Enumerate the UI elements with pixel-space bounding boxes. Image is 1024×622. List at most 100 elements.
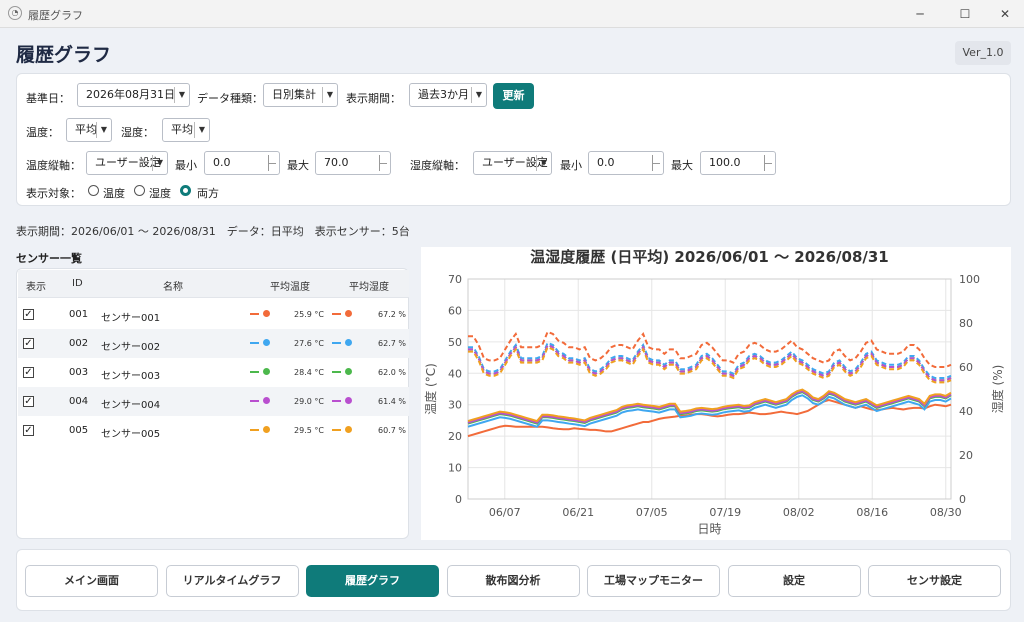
maximize-button[interactable]: ☐ — [950, 4, 980, 24]
show-checkbox[interactable]: ✓ — [23, 396, 34, 407]
legend-line-icon — [250, 400, 259, 402]
table-row[interactable]: ✓ 005 センサー005 29.5 °C 60.7 % — [18, 416, 409, 445]
chevron-down-icon: ▼ — [540, 158, 547, 167]
temperature-series-line — [467, 388, 952, 423]
table-row[interactable]: ✓ 002 センサー002 27.6 °C 62.7 % — [18, 329, 409, 358]
period-value: 過去3か月 — [418, 88, 469, 101]
legend-dot-icon — [345, 310, 352, 317]
nav-button[interactable]: 履歴グラフ — [306, 565, 439, 597]
base-date-label: 基準日： — [26, 92, 70, 105]
col-name: 名称 — [163, 282, 183, 293]
temp-mode-value: 平均 — [75, 123, 97, 136]
y-left-tick-label: 60 — [448, 304, 462, 317]
app-icon: ◔ — [8, 6, 22, 20]
hum-mode-label: 湿度： — [121, 126, 154, 139]
temp-max-value: 70.0 — [324, 156, 349, 169]
target-hum-radio[interactable] — [134, 185, 145, 196]
sensor-name: センサー004 — [101, 400, 161, 411]
temp-axis-label: 温度縦軸： — [26, 159, 81, 172]
avg-hum-value: 62.0 % — [378, 368, 406, 377]
legend-dot-icon — [263, 310, 270, 317]
chart-title: 温湿度履歴 (日平均) 2026/06/01 〜 2026/08/31 — [530, 248, 889, 266]
legend-dot-icon — [263, 426, 270, 433]
hum-axis-label: 湿度縦軸： — [410, 159, 465, 172]
data-type-value: 日別集計 — [272, 88, 316, 101]
hum-min-label: 最小 — [560, 159, 582, 172]
chevron-down-icon: ▼ — [198, 125, 205, 134]
close-button[interactable]: ✕ — [990, 4, 1020, 24]
target-both-label: 両方 — [197, 187, 219, 200]
col-avg-hum: 平均湿度 — [349, 282, 389, 293]
nav-button[interactable]: センサ設定 — [868, 565, 1001, 597]
nav-button[interactable]: 設定 — [727, 565, 861, 597]
sensor-name: センサー005 — [101, 429, 161, 440]
legend-dot-icon — [345, 426, 352, 433]
legend-line-icon — [250, 313, 259, 315]
window-titlebar: ◔ 履歴グラフ ─ ☐ ✕ — [0, 0, 1024, 28]
nav-button[interactable]: 散布図分析 — [446, 565, 580, 597]
y-right-tick-label: 80 — [959, 317, 973, 330]
period-dropdown[interactable]: 過去3か月 ▼ — [409, 83, 487, 107]
hum-max-input[interactable]: 100.0 — [700, 151, 776, 175]
hum-axis-dropdown[interactable]: ユーザー設定 ▼ — [473, 151, 552, 175]
x-tick-label: 08/02 — [783, 506, 815, 519]
x-tick-label: 06/21 — [562, 506, 594, 519]
show-checkbox[interactable]: ✓ — [23, 367, 34, 378]
hum-axis-value: ユーザー設定 — [482, 156, 548, 169]
page-title: 履歴グラフ — [16, 44, 112, 66]
hum-mode-value: 平均 — [171, 123, 193, 136]
table-row[interactable]: ✓ 001 センサー001 25.9 °C 67.2 % — [18, 300, 409, 329]
avg-hum-value: 61.4 % — [378, 397, 406, 406]
show-checkbox[interactable]: ✓ — [23, 338, 34, 349]
avg-temp-value: 27.6 °C — [294, 339, 324, 348]
sensor-id: 005 — [69, 425, 89, 436]
show-checkbox[interactable]: ✓ — [23, 425, 34, 436]
x-axis-label: 日時 — [697, 522, 721, 536]
sensor-name: センサー003 — [101, 371, 161, 382]
data-type-dropdown[interactable]: 日別集計 ▼ — [263, 83, 338, 107]
x-tick-label: 08/16 — [856, 506, 888, 519]
data-type-label: データ種類： — [197, 92, 263, 105]
base-date-value: 2026年08月31日 — [86, 88, 175, 101]
nav-button[interactable]: リアルタイムグラフ — [165, 565, 299, 597]
avg-hum-value: 60.7 % — [378, 426, 406, 435]
y-right-tick-label: 100 — [959, 273, 980, 286]
chevron-down-icon: ▼ — [326, 90, 333, 99]
temp-min-input[interactable]: 0.0 — [204, 151, 280, 175]
hum-mode-dropdown[interactable]: 平均 ▼ — [162, 118, 210, 142]
y-right-tick-label: 20 — [959, 449, 973, 462]
nav-button[interactable]: メイン画面 — [25, 565, 158, 597]
humidity-series-line — [468, 345, 952, 384]
update-button[interactable]: 更新 — [493, 83, 534, 109]
sensor-id: 004 — [69, 396, 89, 407]
hum-min-input[interactable]: 0.0 — [588, 151, 664, 175]
x-tick-label: 06/07 — [489, 506, 521, 519]
chevron-down-icon: ▼ — [178, 90, 185, 99]
base-date-dropdown[interactable]: 2026年08月31日 ▼ — [77, 83, 190, 107]
y-right-tick-label: 0 — [959, 493, 966, 506]
y-right-axis-label: 湿度 (%) — [990, 365, 1005, 414]
chevron-down-icon: ▼ — [100, 125, 107, 134]
show-checkbox[interactable]: ✓ — [23, 309, 34, 320]
temp-mode-label: 温度： — [26, 126, 59, 139]
y-left-tick-label: 0 — [455, 493, 462, 506]
period-label: 表示期間： — [346, 92, 401, 105]
legend-line-icon — [332, 429, 341, 431]
status-text: 表示期間：2026/06/01 〜 2026/08/31 データ：日平均 表示セ… — [16, 225, 410, 238]
chevron-down-icon: ▼ — [156, 158, 163, 167]
plot-frame — [467, 278, 952, 500]
minimize-button[interactable]: ─ — [905, 4, 935, 24]
avg-temp-value: 29.5 °C — [294, 426, 324, 435]
legend-line-icon — [332, 371, 341, 373]
temp-max-input[interactable]: 70.0 — [315, 151, 391, 175]
chevron-down-icon: ▼ — [475, 90, 482, 99]
temp-mode-dropdown[interactable]: 平均 ▼ — [66, 118, 112, 142]
table-row[interactable]: ✓ 003 センサー003 28.4 °C 62.0 % — [18, 358, 409, 387]
nav-button[interactable]: 工場マップモニター — [587, 565, 720, 597]
table-row[interactable]: ✓ 004 センサー004 29.0 °C 61.4 % — [18, 387, 409, 416]
history-chart: 温湿度履歴 (日平均) 2026/06/01 〜 2026/08/31 0 10 20… — [421, 247, 1011, 540]
target-temp-radio[interactable] — [88, 185, 99, 196]
target-both-radio[interactable] — [180, 185, 191, 196]
version-badge: Ver_1.0 — [955, 41, 1011, 65]
temp-axis-dropdown[interactable]: ユーザー設定 ▼ — [86, 151, 168, 175]
